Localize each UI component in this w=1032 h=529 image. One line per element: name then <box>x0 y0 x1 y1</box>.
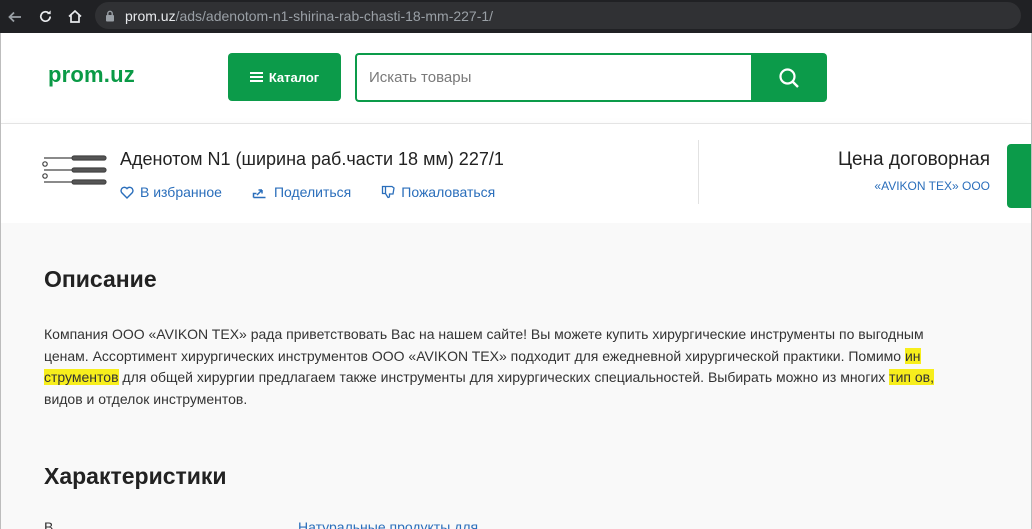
url-text: prom.uz/ads/adenotom-n1-shirina-rab-chas… <box>125 8 493 24</box>
description-part-2: для общей хирургии предлагаем также инст… <box>118 369 890 385</box>
characteristic-label: В <box>44 519 54 529</box>
heart-icon <box>120 186 134 199</box>
favorite-label: В избранное <box>140 184 222 200</box>
product-thumbnail[interactable] <box>42 152 108 188</box>
product-content: Описание Компания ООО «AVIKON TEX» рада … <box>1 223 1031 529</box>
product-actions: В избранное Поделиться Пожаловаться <box>120 184 495 200</box>
share-label: Поделиться <box>273 184 352 200</box>
characteristic-value[interactable]: Натуральные продукты для <box>298 519 478 529</box>
home-icon[interactable] <box>60 0 90 33</box>
url-host: prom.uz <box>125 7 176 24</box>
back-icon[interactable] <box>0 0 30 33</box>
price-label: Цена договорная <box>837 149 990 170</box>
menu-icon <box>249 72 263 82</box>
product-title: Аденотом N1 (ширина раб.части 18 мм) 227… <box>120 149 504 169</box>
description-heading: Описание <box>44 266 157 292</box>
page: prom.uz Каталог Аденотом N1 (ширина раб.… <box>0 33 1032 529</box>
contact-seller-button[interactable] <box>1007 144 1031 208</box>
search-icon <box>779 67 799 88</box>
description-part-3: видов и отделок инструментов. <box>44 390 248 407</box>
catalog-label: Каталог <box>268 69 320 85</box>
search-button[interactable] <box>751 53 827 102</box>
lock-icon <box>106 10 114 21</box>
site-header: prom.uz Каталог <box>1 33 1031 123</box>
seller-link[interactable]: «AVIKON TEX» ООО <box>874 179 990 193</box>
catalog-button[interactable]: Каталог <box>228 53 341 101</box>
product-bar: Аденотом N1 (ширина раб.части 18 мм) 227… <box>1 123 1031 223</box>
report-link[interactable]: Пожаловаться <box>381 184 495 200</box>
url-path: /ads/adenotom-n1-shirina-rab-chasti-18-m… <box>175 7 494 24</box>
description-text: Компания ООО «AVIKON TEX» рада приветств… <box>44 324 934 410</box>
favorite-link[interactable]: В избранное <box>120 184 222 200</box>
search-input[interactable] <box>355 53 753 102</box>
browser-toolbar: prom.uz/ads/adenotom-n1-shirina-rab-chas… <box>0 0 1032 33</box>
characteristics-heading: Характеристики <box>44 463 227 489</box>
highlight-2: тип ов, <box>889 369 934 385</box>
thumbs-down-icon <box>382 185 395 199</box>
divider <box>698 140 699 204</box>
description-part-1: Компания ООО «AVIKON TEX» рада приветств… <box>44 326 924 364</box>
share-link[interactable]: Поделиться <box>252 184 351 200</box>
share-icon <box>252 189 266 199</box>
address-bar[interactable]: prom.uz/ads/adenotom-n1-shirina-rab-chas… <box>95 2 1021 29</box>
report-label: Пожаловаться <box>401 184 496 200</box>
reload-icon[interactable] <box>30 0 60 33</box>
site-logo[interactable]: prom.uz <box>48 62 135 88</box>
